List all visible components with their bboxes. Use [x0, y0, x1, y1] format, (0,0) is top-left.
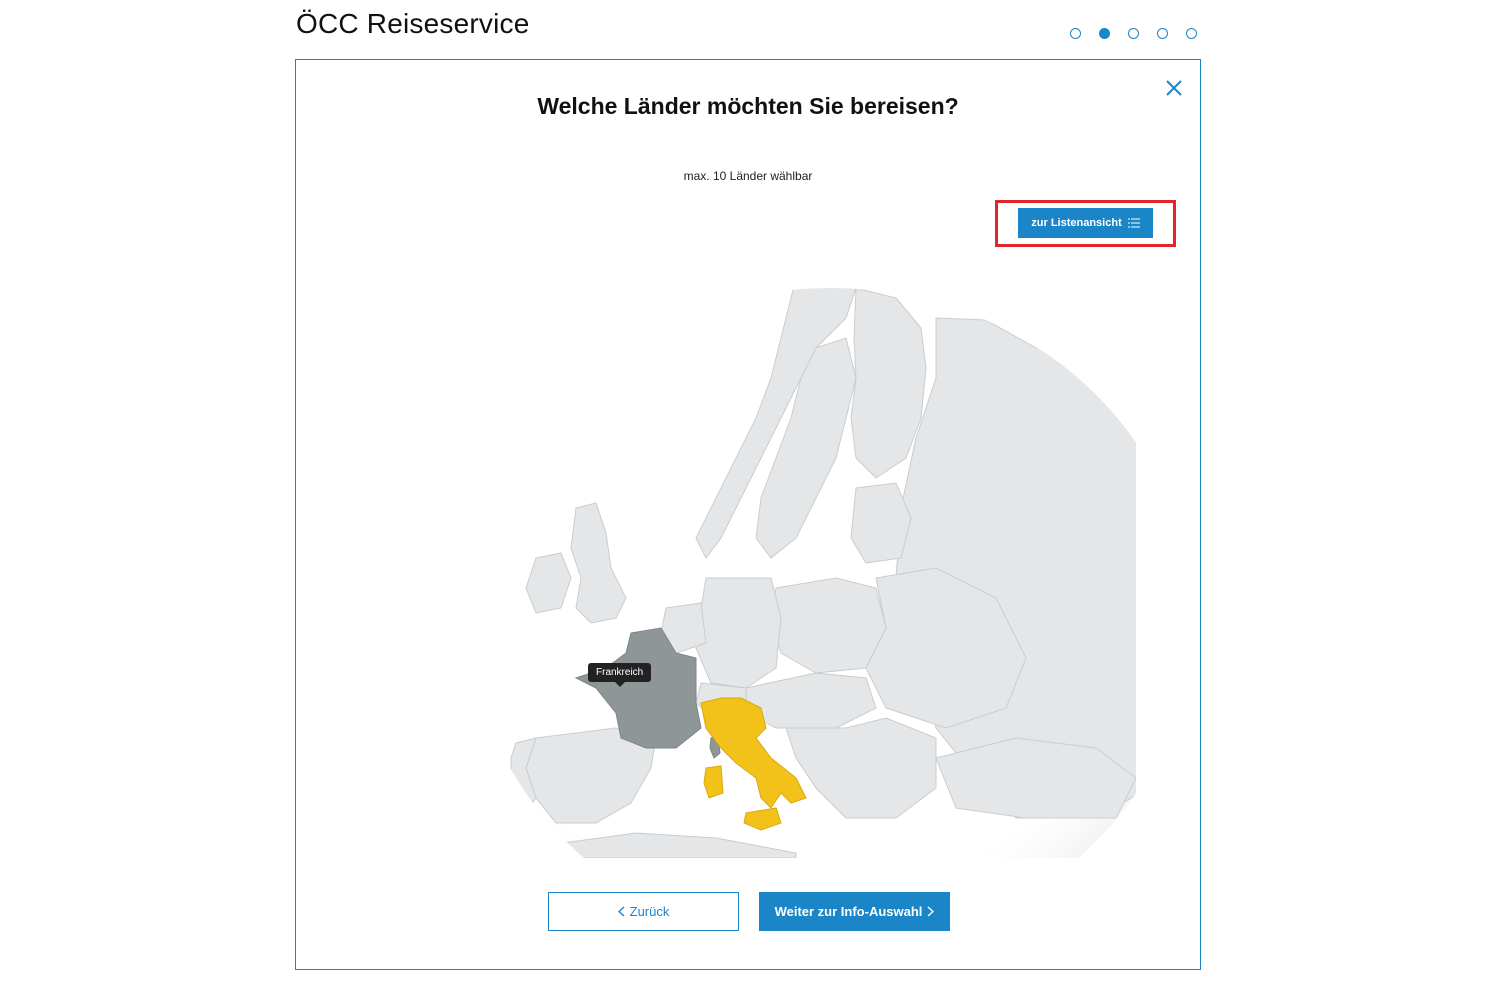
europe-map[interactable] [376, 258, 1136, 858]
country-selection-dialog: Welche Länder möchten Sie bereisen? max.… [295, 59, 1201, 970]
list-view-button-label: zur Listenansicht [1031, 217, 1122, 229]
list-view-button[interactable]: zur Listenansicht [1018, 208, 1153, 238]
step-dot-2-active[interactable] [1099, 28, 1110, 39]
chevron-right-icon [927, 906, 935, 917]
progress-stepper [1070, 28, 1197, 39]
app-title: ÖCC Reiseservice [296, 8, 530, 39]
chevron-left-icon [617, 906, 625, 917]
next-button-label: Weiter zur Info-Auswahl [774, 904, 923, 919]
step-dot-4[interactable] [1157, 28, 1168, 39]
selection-limit-hint: max. 10 Länder wählbar [683, 169, 813, 183]
next-button[interactable]: Weiter zur Info-Auswahl [759, 892, 950, 931]
dialog-title: Welche Länder möchten Sie bereisen? [537, 93, 959, 119]
country-iceland[interactable] [406, 375, 482, 434]
step-dot-3[interactable] [1128, 28, 1139, 39]
step-dot-5[interactable] [1186, 28, 1197, 39]
list-icon [1127, 218, 1140, 228]
country-germany[interactable] [695, 577, 782, 689]
back-button-label: Zurück [629, 904, 670, 919]
hover-tooltip: Frankreich [588, 663, 652, 687]
back-button[interactable]: Zurück [548, 892, 739, 931]
step-dot-1[interactable] [1070, 28, 1081, 39]
